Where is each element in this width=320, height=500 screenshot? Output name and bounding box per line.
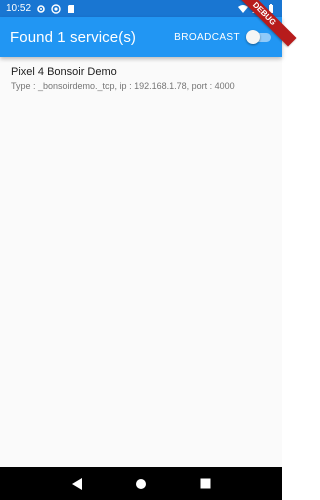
broadcast-toggle[interactable] bbox=[246, 30, 272, 44]
gear-icon bbox=[37, 4, 45, 13]
home-button[interactable] bbox=[134, 477, 148, 491]
toggle-thumb bbox=[246, 30, 260, 44]
service-details: Type : _bonsoirdemo._tcp, ip : 192.168.1… bbox=[11, 81, 235, 91]
broadcast-label: BROADCAST bbox=[174, 31, 240, 43]
status-left: 10:52 bbox=[6, 3, 76, 14]
recents-icon bbox=[200, 478, 210, 489]
back-button[interactable] bbox=[70, 477, 84, 491]
sd-card-icon bbox=[68, 4, 75, 13]
list-item[interactable]: Pixel 4 Bonsoir Demo Type : _bonsoirdemo… bbox=[0, 57, 282, 100]
app-bar: Found 1 service(s) BROADCAST bbox=[0, 17, 282, 57]
service-name: Pixel 4 Bonsoir Demo bbox=[11, 66, 117, 78]
services-list: Pixel 4 Bonsoir Demo Type : _bonsoirdemo… bbox=[0, 57, 282, 467]
status-time: 10:52 bbox=[6, 3, 32, 14]
app-bar-actions: BROADCAST bbox=[174, 30, 272, 44]
recents-button[interactable] bbox=[198, 477, 212, 491]
app-screen: 10:52 DEBUG Found 1 service(s) BROADCAST… bbox=[0, 0, 297, 500]
status-bar: 10:52 bbox=[0, 0, 282, 17]
page-title: Found 1 service(s) bbox=[10, 28, 137, 46]
circle-badge-icon bbox=[51, 3, 61, 14]
home-icon bbox=[136, 478, 146, 489]
navigation-bar bbox=[0, 467, 282, 500]
back-icon bbox=[71, 477, 82, 490]
